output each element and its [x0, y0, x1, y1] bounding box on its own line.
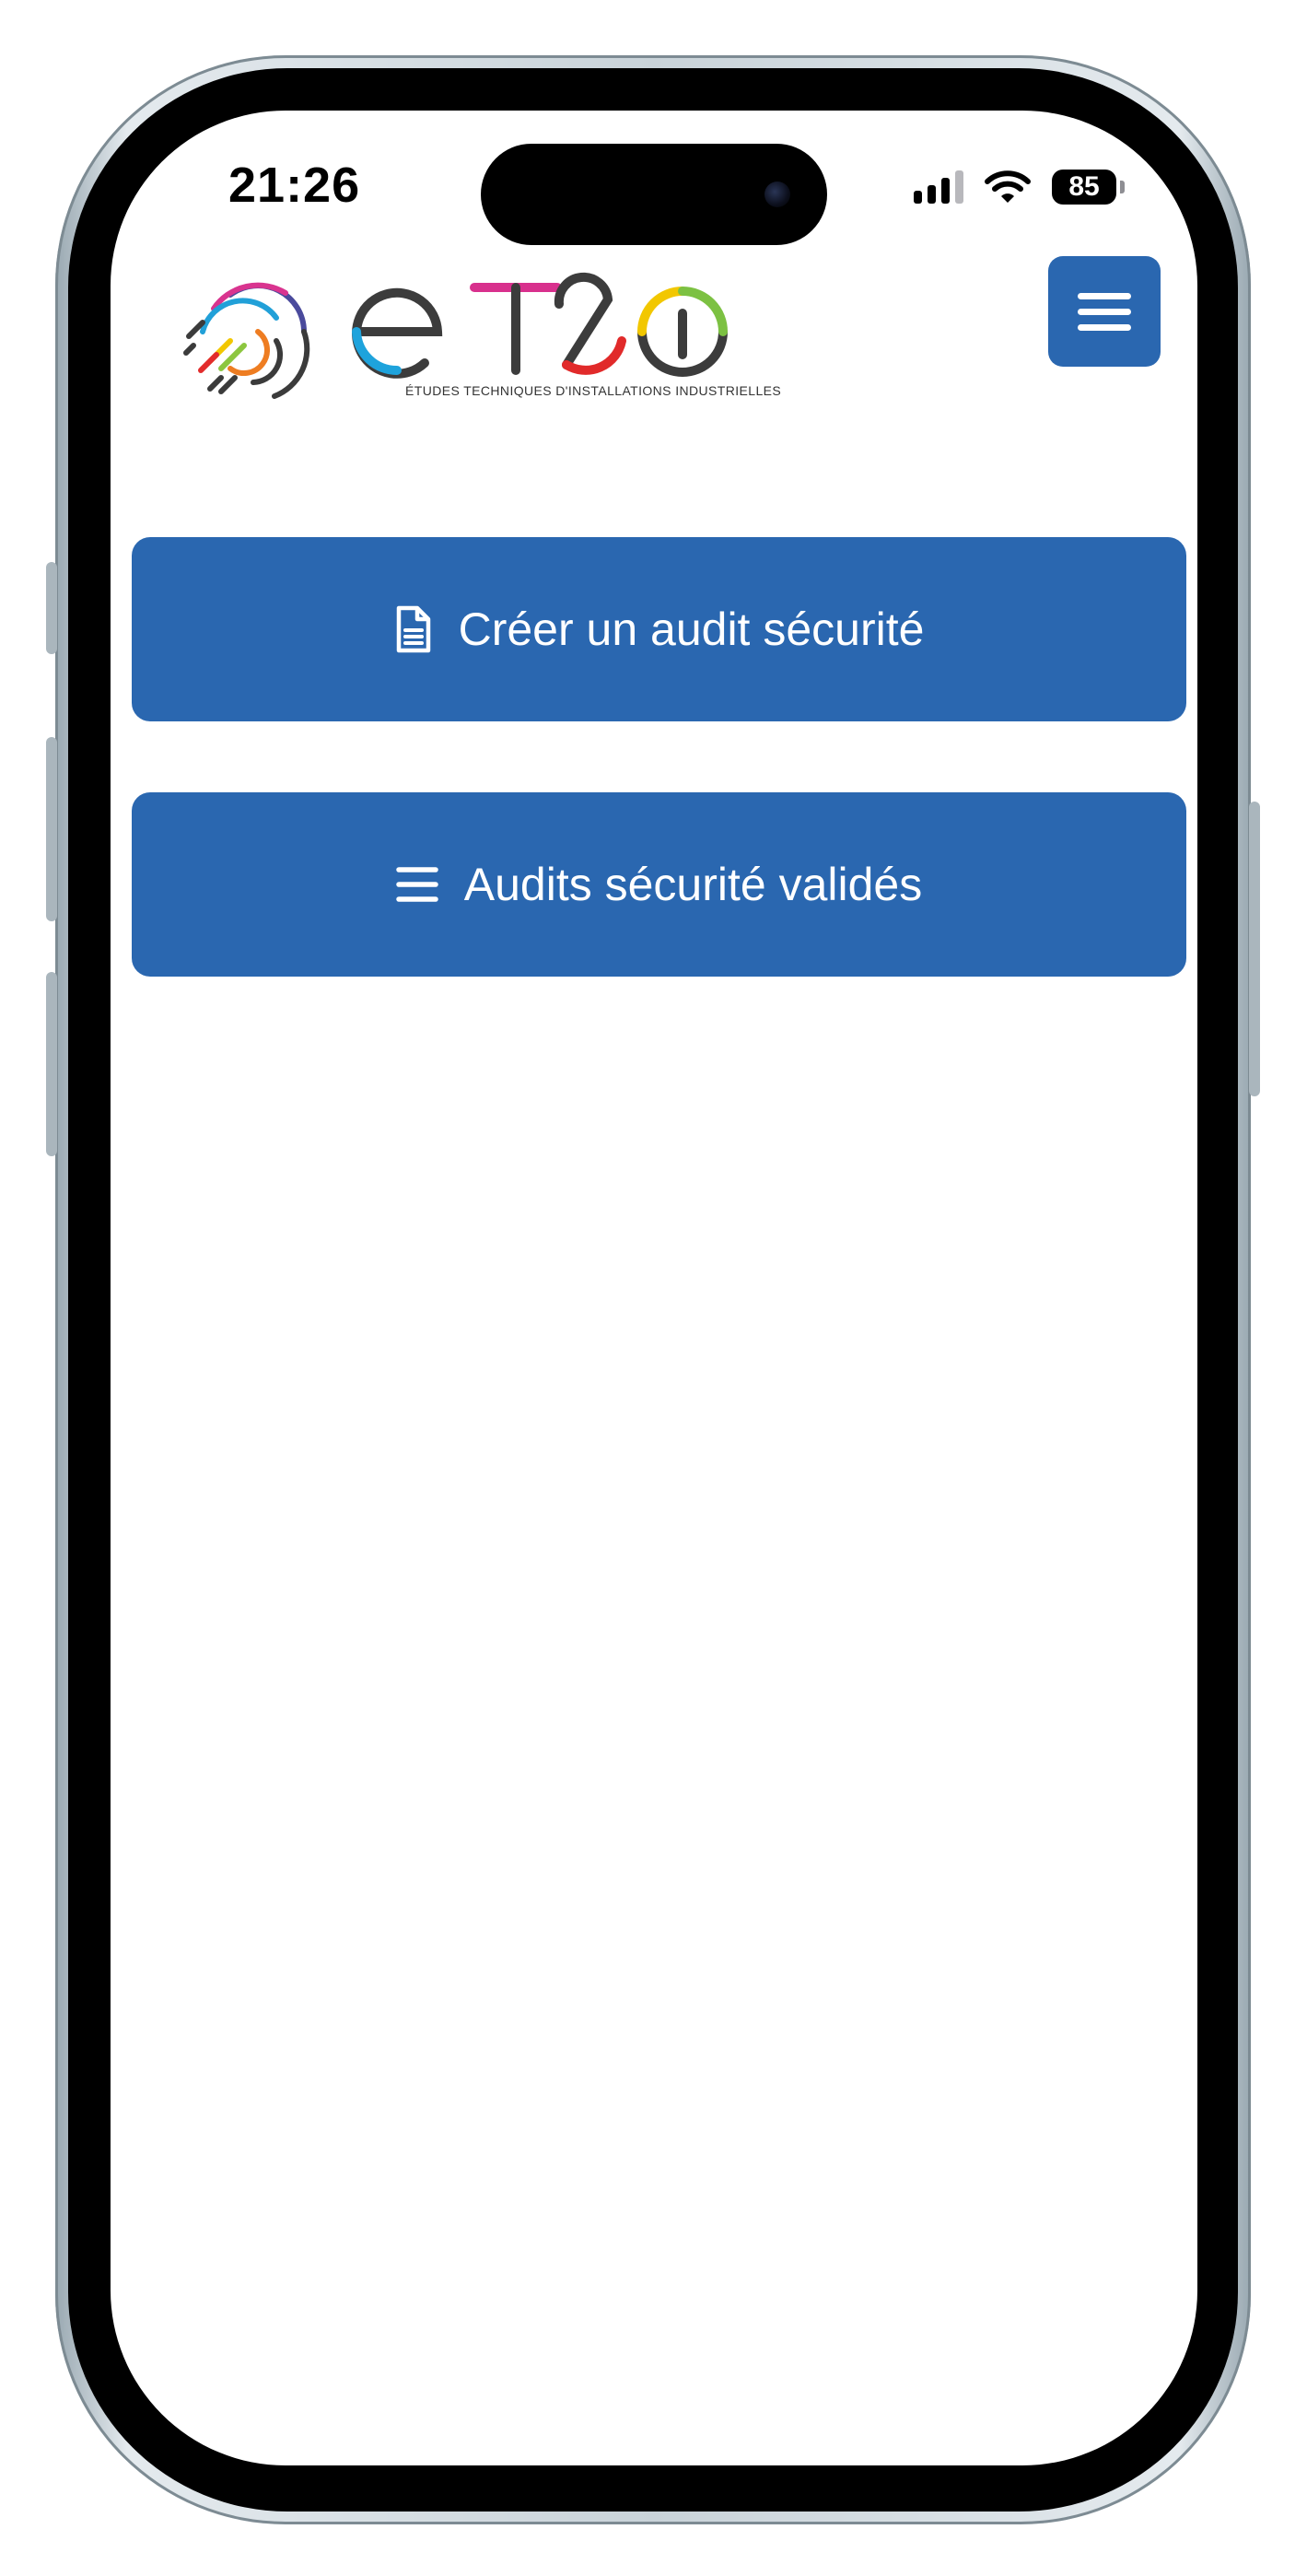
- validated-audits-button[interactable]: Audits sécurité validés: [132, 792, 1186, 977]
- wifi-icon: [985, 170, 1031, 203]
- status-time: 21:26: [228, 158, 361, 213]
- status-icons: 85: [914, 164, 1125, 210]
- hamburger-icon: [1078, 292, 1131, 299]
- action-button: [46, 562, 57, 654]
- list-icon: [396, 867, 438, 902]
- battery-level: 85: [1068, 171, 1100, 202]
- volume-up-button: [46, 737, 57, 921]
- screen: 21:26 85 ÉTUDES TECHNIQUES D'INSTALLATIO…: [111, 111, 1197, 2465]
- fingerprint-logo-icon: [183, 282, 310, 399]
- etzi-logo[interactable]: ÉTUDES TECHNIQUES D'INSTALLATIONS INDUST…: [166, 267, 781, 405]
- camera-icon: [764, 181, 790, 207]
- document-icon: [396, 605, 430, 653]
- dynamic-island: [481, 144, 827, 245]
- volume-down-button: [46, 972, 57, 1156]
- validated-audits-label: Audits sécurité validés: [463, 859, 923, 910]
- create-audit-button[interactable]: Créer un audit sécurité: [132, 537, 1186, 721]
- header: ÉTUDES TECHNIQUES D'INSTALLATIONS INDUST…: [111, 267, 1197, 405]
- power-button: [1249, 802, 1260, 1096]
- create-audit-label: Créer un audit sécurité: [458, 603, 925, 655]
- logo-tagline: ÉTUDES TECHNIQUES D'INSTALLATIONS INDUST…: [405, 383, 782, 398]
- battery-icon: 85: [1052, 170, 1125, 205]
- signal-icon: [914, 170, 963, 204]
- etzi-wordmark: [352, 272, 728, 379]
- menu-button[interactable]: [1048, 256, 1161, 367]
